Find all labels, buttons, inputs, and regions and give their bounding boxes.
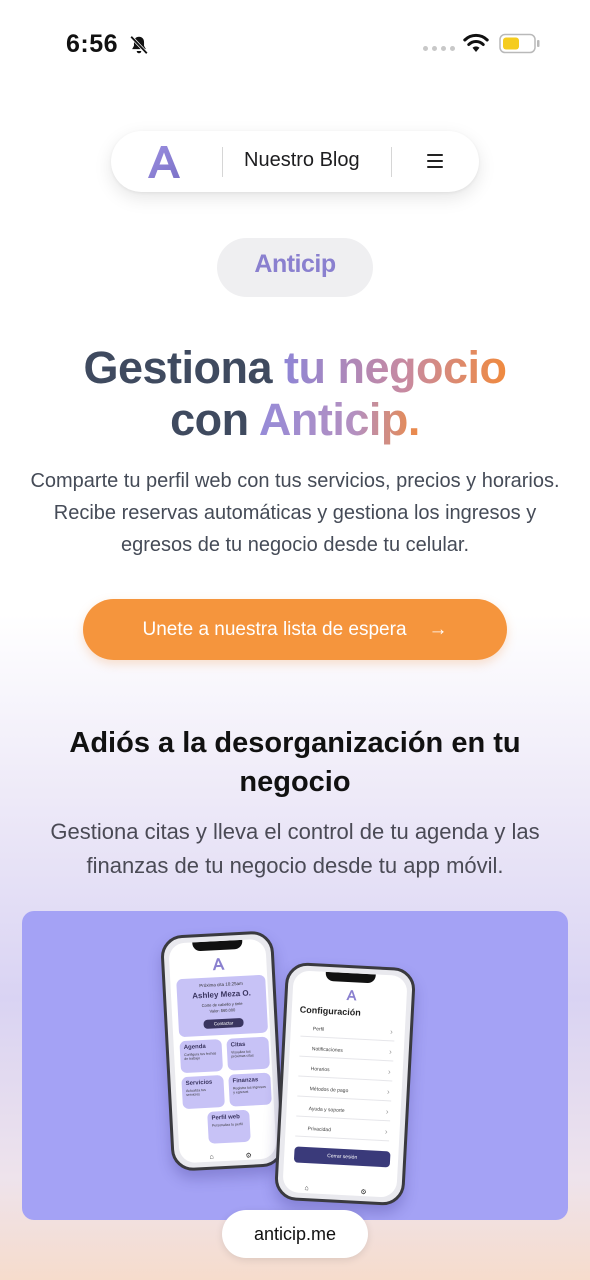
phone-mockup-home: Próxima cita 10:25am Ashley Meza O. Cort… [159,930,286,1172]
brand-wordmark: Anticip [254,250,336,278]
section-title: Adiós a la desorganización en tu negocio [69,727,521,798]
status-time: 6:56 [66,30,119,58]
phone-mockup-settings: Configuración Perfil Notificaciones Hora… [273,961,417,1207]
url-text: anticip.me [253,1223,337,1244]
section-subtitle: Gestiona citas y lleva el control de tu … [50,819,540,878]
waitlist-button[interactable]: Unete a nuestra lista de espera → [83,599,507,660]
bell-muted-icon [130,35,148,55]
hero-subtitle: Comparte tu perfil web con tus servicios… [30,470,560,556]
home-icon: ⌂ [304,1185,309,1193]
nav-divider [222,147,223,177]
battery-icon [499,33,540,54]
settings-icon: ⚙ [360,1188,367,1197]
brand-badge: Anticip [217,238,373,297]
anticip-logo-icon [346,990,357,1001]
waitlist-button-label: Unete a nuestra lista de espera [142,618,407,640]
wifi-icon [463,33,489,52]
nav-divider [391,147,392,177]
settings-icon: ⚙ [245,1152,253,1160]
nav-blog-link[interactable]: Nuestro Blog [244,149,360,172]
cellular-signal-icon [423,46,455,51]
anticip-logo-icon [212,958,225,971]
hamburger-menu-icon[interactable] [427,154,443,168]
top-nav: Nuestro Blog [111,131,479,192]
status-bar: 6:56 [0,0,590,90]
hero-title: Gestiona tu negocio con Anticip. [83,342,507,445]
app-mockup-image: Próxima cita 10:25am Ashley Meza O. Cort… [22,911,568,1220]
arrow-right-icon: → [428,618,448,640]
url-bar[interactable]: anticip.me [222,1210,368,1258]
home-icon: ⌂ [209,1153,214,1161]
anticip-logo-icon[interactable] [145,143,183,181]
